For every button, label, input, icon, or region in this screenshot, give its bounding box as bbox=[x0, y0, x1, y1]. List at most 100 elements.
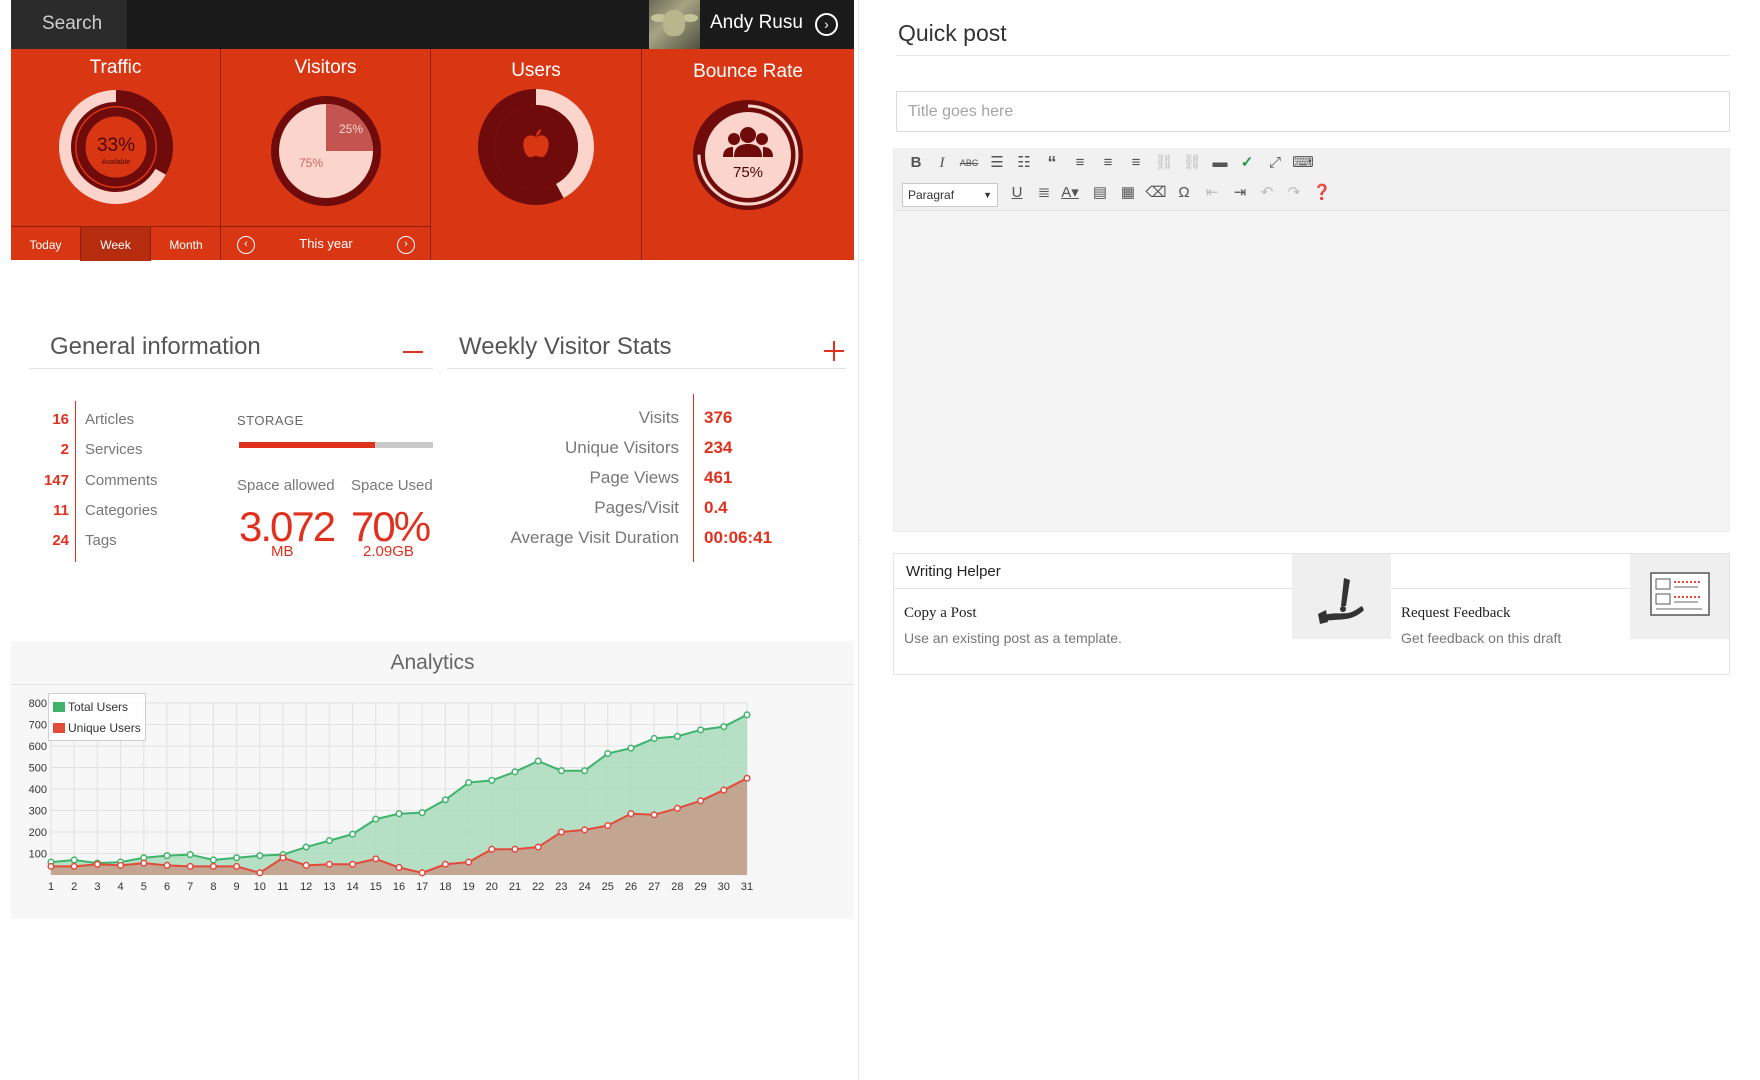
x-tick-label: 16 bbox=[393, 881, 405, 893]
post-title-input[interactable] bbox=[896, 91, 1730, 132]
weekly-stat-label: Visits bbox=[638, 408, 679, 427]
table-row: 461 bbox=[704, 468, 824, 490]
table-row: 376 bbox=[704, 408, 824, 430]
align-right-icon[interactable]: ≡ bbox=[1124, 151, 1148, 175]
data-point bbox=[418, 809, 426, 817]
paste-word-icon[interactable]: ▦ bbox=[1116, 181, 1140, 205]
stat-number: 24 bbox=[52, 532, 69, 549]
blockquote-icon[interactable]: “ bbox=[1040, 151, 1064, 175]
data-point bbox=[302, 843, 310, 851]
redo-icon[interactable]: ↷ bbox=[1282, 181, 1306, 205]
numbered-list-icon[interactable]: ☷ bbox=[1012, 151, 1036, 175]
fullscreen-icon[interactable]: ⤢ bbox=[1263, 151, 1287, 175]
spellcheck-icon[interactable]: ✓ bbox=[1235, 151, 1259, 175]
legend-swatch-green bbox=[53, 702, 65, 712]
user-name[interactable]: Andy Rusu bbox=[710, 12, 803, 34]
data-point bbox=[581, 826, 589, 834]
request-feedback-card[interactable]: Request Feedback Get feedback on this dr… bbox=[1391, 590, 1631, 675]
dashboard-panel: Search Andy Rusu › Traffic 33% Available… bbox=[11, 0, 854, 1080]
y-tick-label: 400 bbox=[29, 784, 47, 796]
quick-post-title: Quick post bbox=[898, 20, 1007, 46]
request-feedback-desc: Get feedback on this draft bbox=[1401, 630, 1562, 646]
stat-number: 147 bbox=[43, 472, 69, 489]
expand-plus-icon-stroke[interactable] bbox=[833, 341, 835, 361]
tab-today[interactable]: Today bbox=[11, 227, 81, 261]
data-point bbox=[511, 768, 519, 776]
link-icon[interactable]: ⛓ bbox=[1152, 151, 1176, 175]
visitors-slice-large-label: 75% bbox=[299, 156, 323, 170]
x-tick-label: 31 bbox=[741, 881, 753, 893]
editor-content-area[interactable] bbox=[894, 211, 1729, 531]
italic-icon[interactable]: I bbox=[930, 151, 954, 175]
x-tick-label: 29 bbox=[694, 881, 706, 893]
legend-swatch-red bbox=[53, 723, 65, 733]
copy-post-card[interactable]: Copy a Post Use an existing post as a te… bbox=[894, 590, 1292, 675]
x-tick-label: 15 bbox=[370, 881, 382, 893]
stat-number: 16 bbox=[52, 411, 69, 428]
tab-month[interactable]: Month bbox=[151, 227, 221, 261]
data-point bbox=[627, 810, 635, 818]
collapse-minus-icon[interactable] bbox=[403, 351, 423, 353]
bold-icon[interactable]: B bbox=[904, 151, 928, 175]
x-tick-label: 9 bbox=[234, 881, 240, 893]
special-char-icon[interactable]: Ω bbox=[1172, 181, 1196, 205]
data-point bbox=[720, 723, 728, 731]
stat-label: Articles bbox=[85, 411, 135, 428]
general-info-rule bbox=[75, 401, 76, 562]
justify-icon[interactable]: ≣ bbox=[1032, 181, 1056, 205]
data-point bbox=[372, 855, 380, 863]
bullet-list-icon[interactable]: ☰ bbox=[985, 151, 1009, 175]
storage-label: STORAGE bbox=[237, 413, 304, 428]
data-point bbox=[534, 757, 542, 765]
stats-tiles: Traffic 33% Available Today Week Month V… bbox=[11, 49, 854, 261]
data-point bbox=[140, 859, 148, 867]
search-box[interactable]: Search bbox=[11, 0, 127, 49]
legend-item-total-users: Total Users bbox=[53, 700, 128, 714]
data-point bbox=[233, 854, 241, 862]
x-tick-label: 19 bbox=[462, 881, 474, 893]
data-point bbox=[47, 862, 55, 870]
tab-week[interactable]: Week bbox=[81, 227, 151, 261]
space-allowed-label: Space allowed bbox=[237, 477, 335, 494]
align-left-icon[interactable]: ≡ bbox=[1068, 151, 1092, 175]
kitchen-sink-icon[interactable]: ⌨ bbox=[1291, 151, 1315, 175]
stat-label: Comments bbox=[85, 472, 158, 489]
visitors-pie: 25% 75% bbox=[271, 96, 381, 206]
undo-icon[interactable]: ↶ bbox=[1255, 181, 1279, 205]
data-point bbox=[581, 767, 589, 775]
data-point bbox=[256, 852, 264, 860]
x-tick-label: 1 bbox=[48, 881, 54, 893]
data-point bbox=[186, 851, 194, 859]
legend-label: Unique Users bbox=[68, 721, 141, 735]
data-point bbox=[325, 860, 333, 868]
format-select[interactable]: Paragraf ▼ bbox=[902, 183, 998, 207]
general-info-title: General information bbox=[50, 333, 261, 360]
read-more-icon[interactable]: ▬ bbox=[1208, 151, 1232, 175]
stat-label: Categories bbox=[85, 502, 158, 519]
indent-icon[interactable]: ⇥ bbox=[1228, 181, 1252, 205]
top-bar: Search Andy Rusu › bbox=[11, 0, 854, 49]
y-tick-label: 600 bbox=[29, 741, 47, 753]
data-point bbox=[534, 843, 542, 851]
bounce-rate-donut: 75% bbox=[693, 100, 803, 210]
y-tick-label: 200 bbox=[29, 827, 47, 839]
next-arrow-icon[interactable]: › bbox=[397, 236, 415, 254]
data-point bbox=[697, 726, 705, 734]
data-point bbox=[488, 776, 496, 784]
outdent-icon[interactable]: ⇤ bbox=[1200, 181, 1224, 205]
data-point bbox=[70, 862, 78, 870]
help-icon[interactable]: ❓ bbox=[1310, 181, 1334, 205]
unlink-icon[interactable]: ⛓ bbox=[1180, 151, 1204, 175]
data-point bbox=[325, 837, 333, 845]
paste-text-icon[interactable]: ▤ bbox=[1088, 181, 1112, 205]
data-point bbox=[511, 845, 519, 853]
user-menu-arrow-icon[interactable]: › bbox=[815, 13, 838, 36]
clear-formatting-icon[interactable]: ⌫ bbox=[1144, 181, 1168, 205]
avatar[interactable] bbox=[649, 0, 700, 49]
space-allowed-unit: MB bbox=[271, 543, 294, 560]
underline-icon[interactable]: U bbox=[1005, 181, 1029, 205]
strikethrough-icon[interactable]: ABC bbox=[957, 151, 981, 175]
text-color-icon[interactable]: A▾ bbox=[1058, 181, 1082, 205]
data-point bbox=[697, 797, 705, 805]
align-center-icon[interactable]: ≡ bbox=[1096, 151, 1120, 175]
